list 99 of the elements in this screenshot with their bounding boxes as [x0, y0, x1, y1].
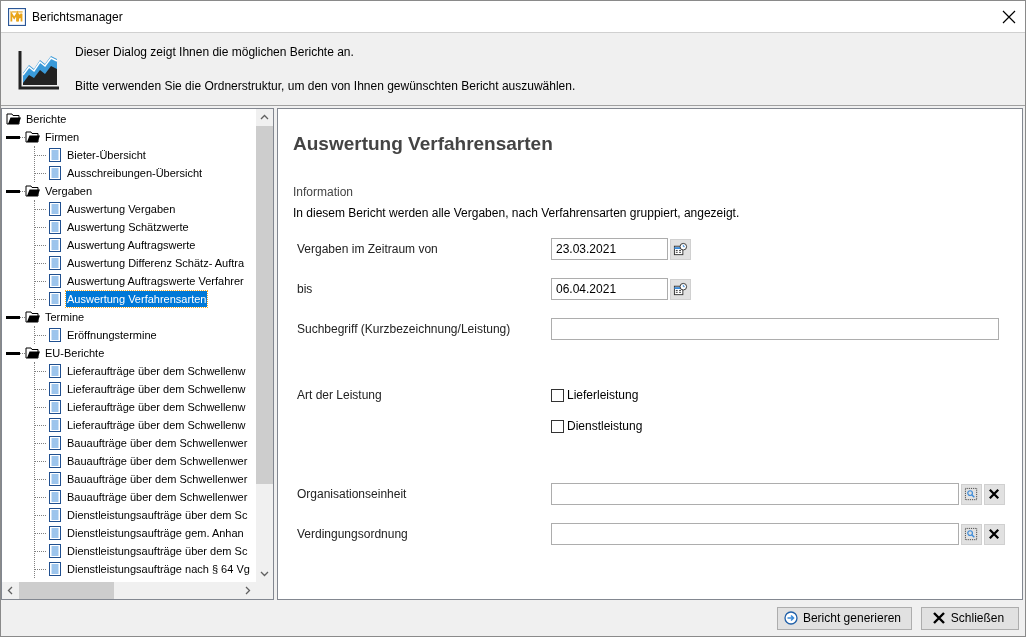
report-description: In diesem Bericht werden alle Vergaben, nach Verfahrensarten gruppiert, angezeigt.: [293, 206, 741, 220]
tree-item[interactable]: Lieferaufträge über dem Schwellenw: [66, 417, 247, 433]
info-text: Dieser Dialog zeigt Ihnen die möglichen Berichte an.: [75, 45, 355, 59]
calendar-clock-icon: [673, 281, 688, 297]
tree-item[interactable]: Bauaufträge über dem Schwellenwer: [66, 489, 249, 505]
search-icon: [964, 526, 979, 542]
collapse-icon[interactable]: [6, 135, 20, 139]
folder-icon: [25, 345, 41, 361]
tree-item[interactable]: Eröffnungstermine: [66, 327, 158, 343]
field-label: Organisationseinheit: [297, 487, 408, 501]
tree-item[interactable]: Ausschreibungen-Übersicht: [66, 165, 204, 181]
document-icon: [47, 255, 63, 271]
document-icon: [47, 273, 63, 289]
document-icon: [47, 561, 63, 577]
tree-item[interactable]: Auswertung Verfahrensarten: [66, 291, 208, 307]
search-button[interactable]: [961, 483, 982, 505]
tree-item[interactable]: Dienstleistungsaufträge über dem Sc: [66, 543, 249, 559]
lookup-field[interactable]: [551, 483, 959, 505]
collapse-icon[interactable]: [6, 351, 20, 355]
close-icon: [931, 611, 946, 625]
tree-folder[interactable]: Termine: [44, 309, 86, 325]
tree-item[interactable]: Bauaufträge über dem Schwellenwer: [66, 453, 249, 469]
document-icon: [47, 435, 63, 451]
document-icon: [47, 489, 63, 505]
document-icon: [47, 399, 63, 415]
field-label: bis: [297, 282, 314, 296]
checkbox[interactable]: [551, 419, 564, 433]
tree-item[interactable]: Auswertung Schätzwerte: [66, 219, 190, 235]
tree-folder[interactable]: Vergaben: [44, 183, 94, 199]
document-icon: [47, 363, 63, 379]
document-icon: [47, 507, 63, 523]
folder-icon: [25, 183, 41, 199]
tree-item[interactable]: Lieferaufträge über dem Schwellenw: [66, 363, 247, 379]
collapse-icon[interactable]: [6, 315, 20, 319]
tree-item[interactable]: Lieferaufträge über dem Schwellenw: [66, 399, 247, 415]
close-icon: [987, 526, 1002, 542]
tree-item[interactable]: Dienstleistungsaufträge gem. Anhan: [66, 525, 245, 541]
folder-icon: [25, 309, 41, 325]
document-icon: [47, 291, 63, 307]
tree-folder[interactable]: Berichte: [25, 111, 68, 127]
checkbox[interactable]: [551, 388, 564, 402]
folder-icon: [25, 129, 41, 145]
scrollbar-thumb[interactable]: [19, 582, 114, 599]
field-label: Verdingungsordnung: [297, 527, 409, 541]
app-logo-icon: [8, 7, 26, 26]
tree-item[interactable]: Lieferaufträge über dem Schwellenw: [66, 381, 247, 397]
document-icon: [47, 165, 63, 181]
field-label: Suchbegriff (Kurzbezeichnung/Leistung): [297, 322, 512, 336]
info-text: Bitte verwenden Sie die Ordnerstruktur, um den von Ihnen gewünschten Bericht auszuwählen.: [75, 79, 576, 93]
document-icon: [47, 381, 63, 397]
search-icon: [964, 486, 979, 502]
close-button[interactable]: Schließen: [921, 606, 1019, 630]
tree-item[interactable]: Dienstleistungsaufträge über dem Sc: [66, 507, 249, 523]
document-icon: [47, 471, 63, 487]
date-field[interactable]: 06.04.2021: [551, 278, 668, 300]
checkbox-label: Dienstleistung: [567, 419, 643, 433]
tree-item[interactable]: Auswertung Auftragswerte: [66, 237, 197, 253]
document-icon: [47, 147, 63, 163]
collapse-icon[interactable]: [6, 189, 20, 193]
report-title: Auswertung Verfahrensarten: [293, 133, 554, 155]
search-field[interactable]: [551, 318, 999, 340]
field-label: Vergaben im Zeitraum von: [297, 242, 439, 256]
field-label: Art der Leistung: [297, 387, 383, 404]
section-label: Information: [293, 185, 355, 199]
scrollbar-thumb[interactable]: [256, 126, 273, 484]
document-icon: [47, 417, 63, 433]
tree-folder[interactable]: EU-Berichte: [44, 345, 106, 361]
folder-icon: [6, 111, 22, 127]
arrow-circle-icon: [783, 611, 798, 625]
calendar-clock-icon: [673, 241, 688, 257]
tree-item[interactable]: Auswertung Vergaben: [66, 201, 177, 217]
clear-button[interactable]: [984, 523, 1005, 545]
tree-folder[interactable]: Firmen: [44, 129, 81, 145]
date-field[interactable]: 23.03.2021: [551, 238, 668, 260]
document-icon: [47, 237, 63, 253]
document-icon: [47, 327, 63, 343]
calendar-button[interactable]: [670, 278, 691, 300]
checkbox-label: Lieferleistung: [567, 388, 639, 402]
tree-item[interactable]: Bieter-Übersicht: [66, 147, 147, 163]
document-icon: [47, 453, 63, 469]
horizontal-scrollbar[interactable]: [2, 582, 256, 599]
tree-item[interactable]: Auswertung Differenz Schätz- Auftra: [66, 255, 246, 271]
tree-item[interactable]: Bauaufträge über dem Schwellenwer: [66, 435, 249, 451]
search-button[interactable]: [961, 523, 982, 545]
document-icon: [47, 201, 63, 217]
document-icon: [47, 525, 63, 541]
window-title: Berichtsmanager: [32, 9, 124, 24]
close-icon[interactable]: [1002, 9, 1016, 24]
calendar-button[interactable]: [670, 238, 691, 260]
document-icon: [47, 543, 63, 559]
clear-button[interactable]: [984, 483, 1005, 505]
tree-item[interactable]: Dienstleistungsaufträge nach § 64 Vg: [66, 561, 251, 577]
tree-item[interactable]: Bauaufträge über dem Schwellenwer: [66, 471, 249, 487]
document-icon: [47, 219, 63, 235]
vertical-scrollbar[interactable]: [256, 109, 273, 582]
generate-report-button[interactable]: Bericht generieren: [776, 606, 912, 630]
lookup-field[interactable]: [551, 523, 959, 545]
close-icon: [987, 486, 1002, 502]
tree-item[interactable]: Auswertung Auftragswerte Verfahrer: [66, 273, 245, 289]
